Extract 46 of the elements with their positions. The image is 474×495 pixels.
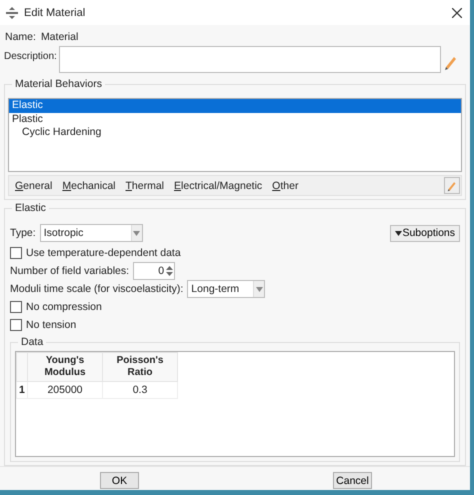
checkbox-label: No compression bbox=[26, 301, 102, 313]
description-field[interactable] bbox=[58, 46, 441, 73]
spinner-value: 0 bbox=[158, 265, 164, 277]
close-icon[interactable] bbox=[452, 8, 462, 18]
field-label: Moduli time scale (for viscoelasticity): bbox=[10, 283, 184, 295]
menu-item[interactable]: Electrical/Magnetic bbox=[174, 180, 262, 192]
type-dropdown[interactable]: Isotropic bbox=[40, 224, 143, 242]
menu-item[interactable]: General bbox=[15, 180, 52, 192]
time-scale-dropdown[interactable]: Long-term bbox=[187, 280, 266, 298]
checkbox[interactable] bbox=[10, 247, 22, 259]
column-header: Young's Modulus bbox=[28, 352, 102, 382]
table-cell[interactable]: 205000 bbox=[28, 382, 102, 398]
checkbox-label: Use temperature-dependent data bbox=[26, 247, 181, 259]
window-title: Edit Material bbox=[24, 6, 86, 18]
suboptions-button[interactable]: Suboptions bbox=[390, 224, 460, 242]
column-header: Poisson's Ratio bbox=[102, 352, 178, 382]
dialog-button[interactable]: OK bbox=[100, 472, 139, 489]
spin-arrows-icon[interactable] bbox=[166, 265, 174, 277]
field-label: Number of field variables: bbox=[10, 265, 130, 277]
list-item[interactable]: Cyclic Hardening bbox=[9, 126, 461, 140]
triangle-down-icon bbox=[395, 230, 402, 236]
menu-item[interactable]: Other bbox=[272, 180, 298, 192]
dropdown-arrow-icon bbox=[256, 286, 263, 292]
menu-item[interactable]: Thermal bbox=[126, 180, 164, 192]
list-item[interactable]: Elastic bbox=[9, 99, 461, 112]
row-header: 1 bbox=[16, 382, 28, 398]
menu-item[interactable]: Mechanical bbox=[62, 180, 116, 192]
description-label: Description: bbox=[4, 50, 57, 62]
table-cell[interactable]: 0.3 bbox=[102, 382, 178, 398]
dropdown-arrow-icon bbox=[133, 230, 140, 236]
checkbox[interactable] bbox=[10, 319, 22, 331]
pencil-icon bbox=[446, 180, 458, 192]
select-value: Long-term bbox=[191, 283, 240, 295]
group-title: Material Behaviors bbox=[12, 78, 105, 90]
name-value: Material bbox=[40, 31, 78, 43]
checkbox-label: No tension bbox=[26, 319, 76, 331]
number-spinner[interactable]: 0 bbox=[133, 262, 176, 280]
list-item[interactable]: Plastic bbox=[9, 112, 461, 126]
dialog-button[interactable]: Cancel bbox=[333, 472, 372, 489]
group-title: Data bbox=[18, 336, 46, 348]
app-icon bbox=[6, 6, 18, 18]
type-label: Type: bbox=[10, 227, 36, 239]
name-label: Name: bbox=[5, 31, 36, 43]
select-value: Isotropic bbox=[44, 227, 84, 239]
checkbox[interactable] bbox=[10, 301, 22, 313]
group-title: Elastic bbox=[12, 202, 49, 214]
